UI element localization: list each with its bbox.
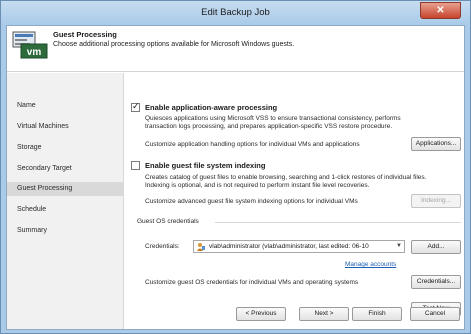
user-account-icon: [197, 243, 205, 251]
manage-accounts-link[interactable]: Manage accounts: [345, 261, 396, 268]
page-title: Guest Processing: [53, 30, 117, 39]
next-button[interactable]: Next >: [299, 307, 349, 321]
file-indexing-label[interactable]: Enable guest file system indexing: [145, 161, 265, 170]
finish-button[interactable]: Finish: [352, 307, 402, 321]
credentials-button[interactable]: Credentials...: [411, 275, 461, 289]
applications-button[interactable]: Applications...: [411, 137, 461, 151]
file-indexing-checkbox[interactable]: [131, 161, 140, 170]
sidebar-item-secondary-target[interactable]: Secondary Target: [7, 162, 123, 176]
credentials-label: Credentials:: [145, 243, 180, 250]
add-credentials-button[interactable]: Add...: [411, 240, 461, 254]
wizard-header: vm Guest Processing Choose additional pr…: [7, 26, 464, 72]
page-subtitle: Choose additional processing options ava…: [53, 41, 295, 48]
previous-button[interactable]: < Previous: [236, 307, 286, 321]
vm-logo-text: vm: [27, 47, 42, 58]
close-button[interactable]: ✕: [420, 2, 461, 19]
sidebar-item-storage[interactable]: Storage: [7, 141, 123, 155]
sidebar-item-virtual-machines[interactable]: Virtual Machines: [7, 120, 123, 134]
vm-guest-processing-icon: vm: [12, 31, 48, 59]
guest-os-credentials-group-label: Guest OS credentials: [137, 218, 199, 225]
app-aware-checkbox[interactable]: [131, 101, 140, 112]
sidebar-item-schedule[interactable]: Schedule: [7, 203, 123, 217]
indexing-button[interactable]: Indexing...: [411, 194, 461, 208]
sidebar-item-summary[interactable]: Summary: [7, 224, 123, 238]
cancel-button[interactable]: Cancel: [410, 307, 460, 321]
credentials-customize-text: Customize guest OS credentials for indiv…: [145, 279, 359, 286]
sidebar-item-guest-processing[interactable]: Guest Processing: [7, 182, 123, 196]
dialog-client-area: vm Guest Processing Choose additional pr…: [6, 25, 465, 330]
app-aware-description-line2: transaction logs processing, and prepare…: [145, 123, 393, 130]
app-aware-customize-text: Customize application handling options f…: [145, 141, 360, 148]
title-bar[interactable]: Edit Backup Job ✕: [1, 1, 470, 25]
window-title: Edit Backup Job: [201, 7, 270, 18]
edit-backup-job-window: Edit Backup Job ✕ vm Guest Processing Ch…: [0, 0, 471, 334]
credentials-dropdown[interactable]: vlab\administrator (vlab\administrator, …: [193, 240, 405, 253]
file-indexing-description-line1: Creates catalog of guest files to enable…: [145, 174, 427, 181]
group-divider: [215, 222, 461, 223]
sidebar-item-name[interactable]: Name: [7, 99, 123, 113]
wizard-steps-sidebar: Name Virtual Machines Storage Secondary …: [7, 73, 124, 329]
credentials-selected-value: vlab\administrator (vlab\administrator, …: [209, 243, 369, 250]
file-indexing-description-line2: Indexing is optional, and is not require…: [145, 182, 370, 189]
chevron-down-icon[interactable]: ▼: [394, 241, 404, 252]
file-indexing-customize-text: Customize advanced guest file system ind…: [145, 198, 358, 205]
guest-processing-panel: Enable application-aware processing Quie…: [125, 73, 464, 329]
app-aware-description-line1: Quiesces applications using Microsoft VS…: [145, 115, 401, 122]
app-aware-label[interactable]: Enable application-aware processing: [145, 103, 277, 112]
